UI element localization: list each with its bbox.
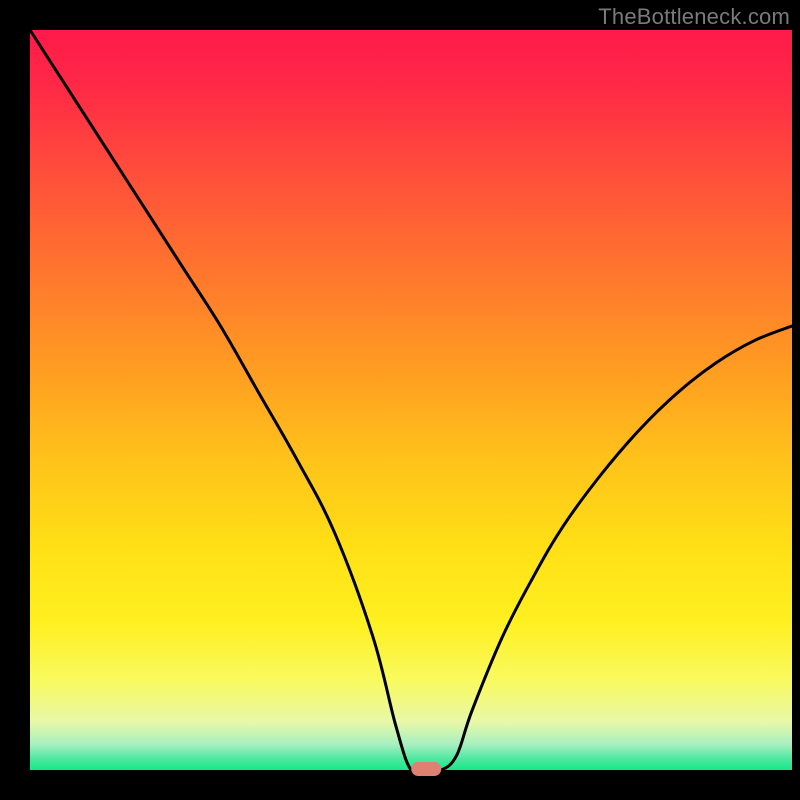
bottleneck-chart: [0, 0, 800, 800]
chart-frame: TheBottleneck.com: [0, 0, 800, 800]
watermark-text: TheBottleneck.com: [598, 4, 790, 30]
optimal-marker: [411, 762, 441, 776]
